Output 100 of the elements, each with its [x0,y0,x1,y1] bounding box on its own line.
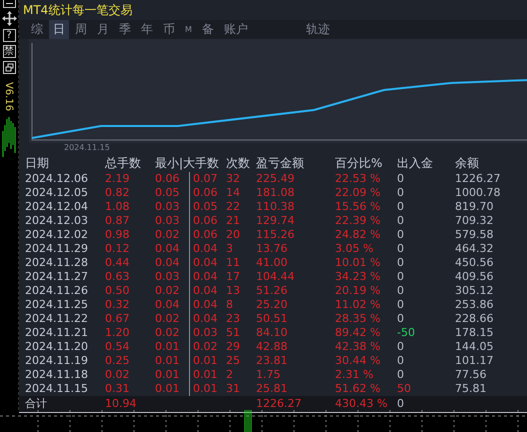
column-header: 出入金 [397,155,434,172]
table-cell-text: 89.42 % [335,326,382,340]
table-cell-text: 22.39 % [335,214,382,228]
table-cell-text: 0.63 [105,270,130,284]
table-cell-text: 0 [397,270,405,284]
column-header: 余额 [455,155,480,172]
table-cell-text: 0 [397,298,405,312]
table-cell-text: 0.82 [105,186,130,200]
table-cell-text: 13.76 [256,242,288,256]
tab[interactable]: 综 [27,20,47,39]
tab[interactable]: 年 [137,20,157,39]
tab[interactable]: 季 [115,20,135,39]
table-cell-text: 51.62 % [335,382,382,396]
table-cell-text: 178.15 [455,326,494,340]
column-header: 次数 [226,155,251,172]
table-cell-text: 11.02 % [335,298,382,312]
table-cell-text: 22 [226,200,241,214]
table-cell-text: 14 [226,186,241,200]
tab[interactable]: 币 [159,20,179,39]
table-cell-text: 2024.11.20 [25,340,89,354]
table-cell-text: 0.03 [155,270,180,284]
table-cell-text: 0.02 [155,326,180,340]
table-cell-text: 0.02 [155,228,180,242]
table-cell-text: 1.08 [105,200,130,214]
column-header: 盈亏金额 [256,155,305,172]
table-cell-text: 10.94 [105,396,138,412]
tab[interactable]: 账户 [220,20,252,39]
move-icon[interactable] [2,11,16,26]
restore-icon[interactable] [2,61,16,74]
table-cell-text: 181.08 [256,186,296,200]
price-bars-drawing [2,117,16,157]
table-cell: 0.06 [189,214,218,228]
table-cell-text: 2024.11.28 [25,256,89,270]
table-cell-text: 0 [397,228,405,242]
table-cell: 0.01 [189,368,218,382]
table-cell-text: 225.49 [256,172,296,186]
table-cell-text: 20 [226,228,241,242]
tab[interactable]: M [181,24,196,35]
table-cell-text: 25.81 [256,382,288,396]
table-cell-text: 0 [397,312,405,326]
table-cell-text: 0 [397,368,405,382]
table-cell-text: 23 [226,312,241,326]
table-cell-text: 2024.12.05 [25,186,89,200]
tab[interactable]: 日 [49,20,69,39]
table-cell-text: 77.56 [455,368,488,382]
table-cell-text: 0.02 [105,368,130,382]
minimize-icon[interactable] [2,0,16,8]
table-cell-text: 0.01 [155,340,180,354]
table-cell-text: 0.04 [155,242,180,256]
table-cell-text: 31 [226,382,241,396]
tab[interactable]: 周 [71,20,91,39]
table-cell-text: 50.51 [256,312,288,326]
table-cell: 0.04 [189,256,218,270]
table-cell-text: 144.05 [455,340,494,354]
table-cell-text: 0.05 [155,186,180,200]
table-cell-text: 2024.11.22 [25,312,89,326]
table-cell-text: 15.56 % [335,200,382,214]
table-cell-text: 42.38 % [335,340,382,354]
table-cell: 0.04 [189,284,218,298]
table-cell-text: 0.87 [105,214,130,228]
table-cell-text: 13 [226,284,241,298]
table-cell-text: 115.26 [256,228,296,242]
tab[interactable]: 月 [93,20,113,39]
table-cell-text: 0.04 [155,298,180,312]
table-cell-text: 3 [226,242,234,256]
tab[interactable]: 备 [198,20,218,39]
table-cell-text: 228.66 [455,312,494,326]
table-cell: 0.06 [189,228,218,242]
toolbar-button[interactable]: ? [2,29,16,42]
table-cell-text: 10.01 % [335,256,382,270]
table-cell-text: 0.50 [105,284,130,298]
table-cell-text: 0 [397,214,405,228]
table-cell-text: 2024.12.06 [25,172,89,186]
table-cell-text: -50 [397,326,416,340]
table-cell-text: 2024.11.18 [25,368,89,382]
table-cell-text: 84.10 [256,326,288,340]
table-cell-text: 0 [397,242,405,256]
table-cell-text: 0.02 [155,284,180,298]
table-cell: 0.04 [189,312,218,326]
table-cell-text: 42.88 [256,340,288,354]
toolbar-button[interactable]: 禁 [2,45,16,58]
table-cell-text: 32 [226,172,241,186]
table-cell: 0.07 [189,172,218,186]
table-cell-text: 0 [397,256,405,270]
table-cell-text: 2024.12.03 [25,214,89,228]
tab[interactable]: 轨迹 [302,20,334,39]
table-cell-text: 2024.11.15 [25,382,89,396]
table-cell-text: 0 [397,284,405,298]
table-cell-text: 0.06 [155,172,180,186]
table-cell-text: 2.31 % [335,368,374,382]
table-cell-text: 0.67 [105,312,130,326]
table-cell-text: 1226.27 [455,172,502,186]
table-cell-text: 22.53 % [335,172,382,186]
table-cell-text: 30.44 % [335,354,382,368]
table-cell-text: 0 [397,186,405,200]
table-cell-text: 1.75 [256,368,282,382]
table-cell-text: 34.23 % [335,270,382,284]
axis-label: 2024.11.15 [64,143,110,152]
table-cell: 0.03 [189,326,218,340]
table-cell-text: 11 [226,256,241,270]
